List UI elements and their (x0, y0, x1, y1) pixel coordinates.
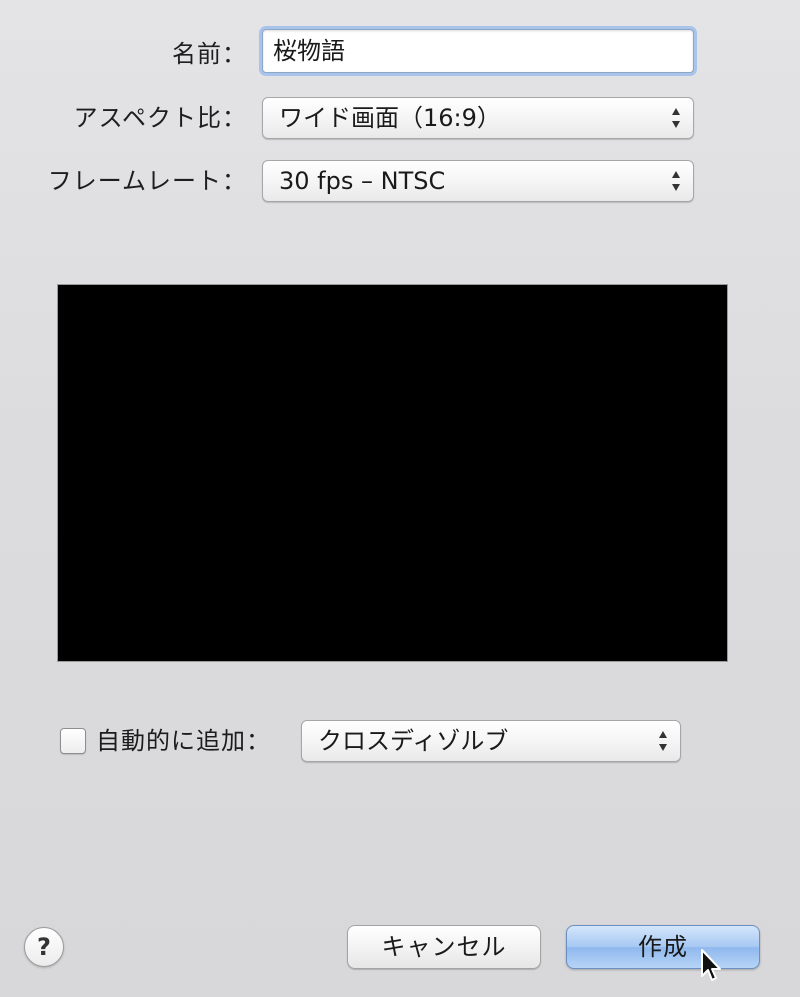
create-button[interactable]: 作成 (566, 925, 760, 969)
auto-add-label: 自動的に追加： (96, 727, 271, 755)
name-field[interactable]: 桜物語 (262, 29, 694, 73)
auto-add-checkbox[interactable] (60, 728, 86, 754)
name-label: 名前： (172, 40, 247, 68)
up-down-arrows-icon (659, 731, 667, 751)
frame-rate-popup[interactable]: 30 fps – NTSC (262, 160, 694, 202)
aspect-ratio-value: ワイド画面（16:9） (279, 104, 501, 132)
aspect-ratio-label: アスペクト比： (73, 104, 247, 132)
frame-rate-label: フレームレート： (47, 167, 247, 195)
mouse-pointer-icon (701, 949, 721, 981)
transition-popup[interactable]: クロスディゾルブ (301, 720, 681, 762)
up-down-arrows-icon (672, 171, 680, 191)
preview-area (57, 284, 728, 662)
cancel-button[interactable]: キャンセル (347, 925, 541, 969)
frame-rate-value: 30 fps – NTSC (279, 167, 446, 195)
transition-value: クロスディゾルブ (318, 727, 509, 755)
help-button[interactable]: ? (24, 927, 64, 967)
aspect-ratio-popup[interactable]: ワイド画面（16:9） (262, 97, 694, 139)
up-down-arrows-icon (672, 108, 680, 128)
new-project-dialog: 名前： 桜物語 アスペクト比： ワイド画面（16:9） フレームレート： 30 … (0, 0, 800, 997)
